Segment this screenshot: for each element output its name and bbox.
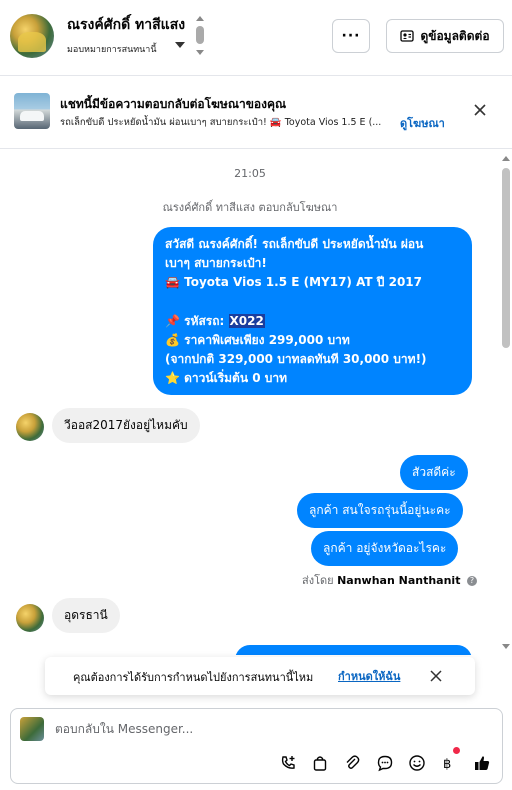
thread-scrollbar[interactable] bbox=[500, 150, 512, 655]
incoming-message[interactable]: วีออส2017ยังอยู่ไหมคับ bbox=[52, 408, 200, 443]
contact-name[interactable]: ณรงค์ศักดิ์ ทาสีแสง bbox=[67, 14, 185, 36]
contact-card-icon bbox=[400, 30, 415, 42]
paperclip-icon[interactable] bbox=[343, 754, 361, 772]
thumbs-up-icon[interactable] bbox=[473, 754, 491, 772]
reply-input[interactable] bbox=[55, 722, 475, 736]
emoji-icon[interactable] bbox=[408, 754, 426, 772]
message-composer: ฿ bbox=[10, 708, 503, 784]
info-icon[interactable]: ? bbox=[466, 576, 477, 586]
message-timestamp: 21:05 bbox=[234, 167, 266, 180]
conversation-header: ณรงค์ศักดิ์ ทาสีแสง มอบหมายการสนทนานี้ ·… bbox=[0, 0, 512, 76]
assign-prompt-text: คุณต้องการได้รับการกำหนดไปยังการสนทนานี้… bbox=[73, 671, 314, 684]
ad-banner-description: รถเล็กขับดี ประหยัดน้ำมัน ผ่อนเบาๆ สบายก… bbox=[60, 117, 382, 128]
header-scroll-control[interactable] bbox=[196, 16, 204, 58]
phone-plus-icon[interactable] bbox=[279, 754, 297, 772]
contact-avatar-small[interactable] bbox=[16, 604, 44, 632]
message-thread[interactable]: 21:05 ณรงค์ศักดิ์ ทาสีแสง ตอบกลับโฆษณา ส… bbox=[0, 150, 500, 655]
ad-message-line: (จากปกติ 329,000 บาทลดทันที 30,000 บาท!) bbox=[165, 351, 427, 366]
incoming-message[interactable]: อุดรธานี bbox=[52, 598, 120, 633]
scroll-thumb[interactable] bbox=[502, 168, 510, 348]
ad-banner-title: แชทนี้มีข้อความตอบกลับต่อโฆษณาของคุณ bbox=[60, 97, 287, 111]
ad-reply-note: ณรงค์ศักดิ์ ทาสีแสง ตอบกลับโฆษณา bbox=[162, 201, 338, 214]
more-options-button[interactable]: ··· bbox=[332, 19, 370, 53]
ad-message-line: เบาๆ สบายกระเป๋า! bbox=[165, 256, 267, 271]
contact-avatar[interactable] bbox=[10, 14, 54, 58]
assign-prompt: คุณต้องการได้รับการกำหนดไปยังการสนทนานี้… bbox=[45, 657, 475, 695]
close-icon[interactable] bbox=[470, 100, 490, 120]
assign-to-me-link[interactable]: กำหนดให้ฉัน bbox=[338, 667, 400, 685]
sent-by-prefix: ส่งโดย bbox=[302, 574, 334, 587]
outgoing-message[interactable]: ลูกค้า อยู่จังหวัดอะไรคะ bbox=[311, 531, 459, 567]
scroll-up-icon[interactable] bbox=[196, 16, 204, 21]
view-contact-button[interactable]: ดูข้อมูลติดต่อ bbox=[386, 19, 504, 53]
ad-message-line: 💰 ราคาพิเศษเพียง 299,000 บาท bbox=[165, 332, 350, 347]
outgoing-message[interactable]: สัวสดีค่ะ bbox=[400, 455, 468, 491]
view-ad-link[interactable]: ดูโฆษณา bbox=[400, 114, 445, 132]
sent-by-label: ส่งโดย Nanwhan Nanthanit ? bbox=[302, 571, 477, 589]
ad-reply-banner: แชทนี้มีข้อความตอบกลับต่อโฆษณาของคุณ รถเ… bbox=[0, 77, 512, 149]
shopping-bag-icon[interactable] bbox=[311, 754, 329, 772]
ellipsis-icon: ··· bbox=[341, 28, 361, 44]
ad-message-line: 📌 รหัสรถ: X022 bbox=[165, 312, 460, 331]
outgoing-message-partial[interactable] bbox=[235, 645, 472, 655]
outgoing-message[interactable]: ลูกค้า สนใจรถรุ่นนี้อยู่นะคะ bbox=[297, 493, 463, 529]
assign-conversation-label[interactable]: มอบหมายการสนทนานี้ bbox=[67, 42, 157, 56]
chat-bubble-icon[interactable] bbox=[376, 754, 394, 772]
scroll-down-icon[interactable] bbox=[196, 50, 204, 55]
svg-text:฿: ฿ bbox=[443, 757, 451, 772]
ad-message-bubble[interactable]: สวัสดี ณรงค์ศักดิ์! รถเล็กขับดี ประหยัดน… bbox=[153, 227, 472, 395]
ad-message-line: สวัสดี ณรงค์ศักดิ์! รถเล็กขับดี ประหยัดน… bbox=[165, 237, 424, 251]
page-avatar bbox=[20, 717, 44, 741]
car-code-label: 📌 รหัสรถ: bbox=[165, 313, 229, 328]
chevron-down-icon[interactable] bbox=[175, 42, 185, 48]
scroll-up-icon[interactable] bbox=[502, 156, 510, 161]
ad-message-line: 🚘 Toyota Vios 1.5 E (MY17) AT ปี 2017 bbox=[165, 275, 422, 290]
scroll-thumb[interactable] bbox=[196, 26, 204, 44]
sender-name[interactable]: Nanwhan Nanthanit bbox=[337, 574, 460, 587]
close-icon[interactable] bbox=[429, 669, 443, 683]
view-contact-label: ดูข้อมูลติดต่อ bbox=[420, 28, 490, 43]
car-code-value: X022 bbox=[228, 313, 265, 328]
scroll-down-icon[interactable] bbox=[502, 644, 510, 649]
contact-avatar-small[interactable] bbox=[16, 413, 44, 441]
ad-message-line: ⭐ ดาวน์เริ่มต้น 0 บาท bbox=[165, 371, 288, 386]
ad-thumbnail[interactable] bbox=[14, 93, 50, 129]
notification-dot bbox=[453, 747, 460, 754]
baht-icon[interactable]: ฿ bbox=[439, 754, 457, 772]
